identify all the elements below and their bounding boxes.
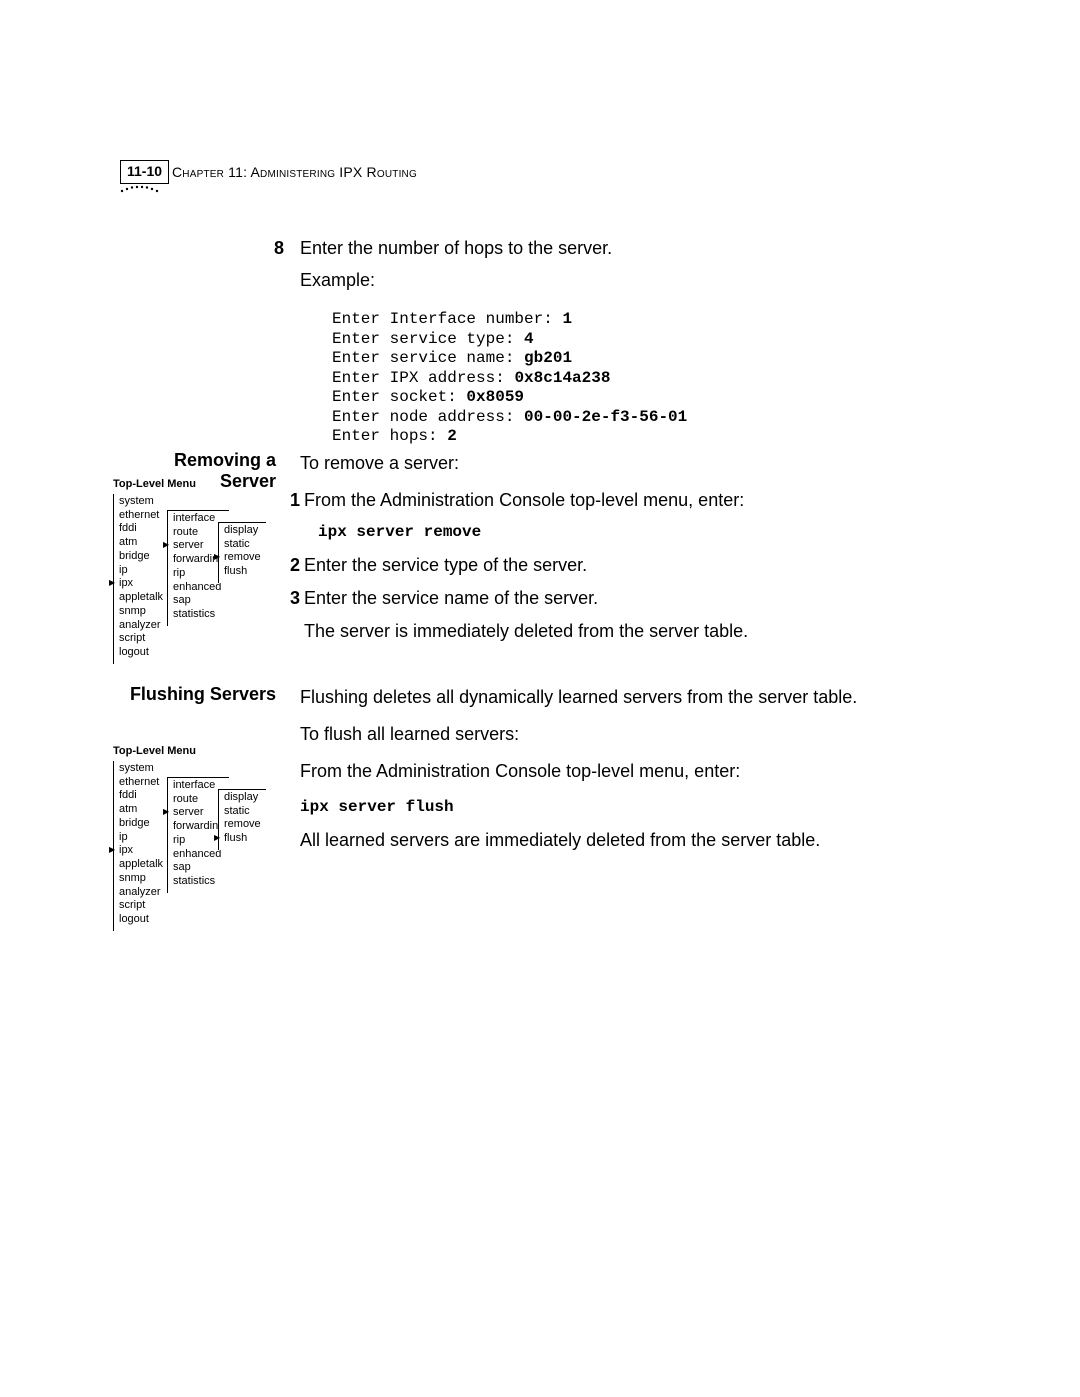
menu-item-sap: sap [173, 861, 224, 875]
menu-col-3b: displaystaticremoveflush [218, 789, 266, 850]
menu-item-flush: flush [224, 565, 261, 579]
example-label: Example: [300, 267, 612, 293]
removing-step-1: From the Administration Console top-leve… [304, 487, 744, 514]
menu-item-snmp: snmp [119, 872, 163, 886]
menu-item-bridge: bridge [119, 550, 163, 564]
menu-item-ethernet: ethernet [119, 509, 163, 523]
menu-item-script: script [119, 899, 163, 913]
menu-diagram-remove: Top-Level Menu systemethernetfddiatmbrid… [113, 478, 196, 664]
menu-item-appletalk: appletalk [119, 591, 163, 605]
menu-item-ethernet: ethernet [119, 776, 163, 790]
menu-item-interface: interface [173, 512, 224, 526]
removing-intro: To remove a server: [300, 450, 940, 477]
page-root: 11-10 Chapter 11: Administering IPX Rout… [0, 0, 1080, 1397]
menu-item-ip: ip [119, 831, 163, 845]
page-number-box: 11-10 [120, 160, 169, 184]
flushing-line2: To flush all learned servers: [300, 721, 960, 748]
menu-item-system: system [119, 762, 163, 776]
removing-step-3: Enter the service name of the server. [304, 585, 598, 612]
menu-item-display: display [224, 791, 261, 805]
flushing-result: All learned servers are immediately dele… [300, 827, 960, 854]
menu-item-fddi: fddi [119, 789, 163, 803]
flushing-cmd: ipx server flush [300, 795, 960, 819]
menu-item-interface: interface [173, 779, 224, 793]
flushing-servers-body: Flushing deletes all dynamically learned… [300, 684, 960, 864]
removing-cmd: ipx server remove [318, 520, 940, 544]
menu-item-statistics: statistics [173, 875, 224, 889]
menu-item-system: system [119, 495, 163, 509]
menu-diagram-flush: Top-Level Menu systemethernetfddiatmbrid… [113, 745, 196, 931]
step-8-number: 8 [274, 235, 284, 261]
menu-item-remove: remove [224, 551, 261, 565]
dots-decoration-icon [120, 183, 164, 193]
menu-col-1: systemethernetfddiatmbridgeipipxappletal… [113, 494, 168, 664]
menu-item-fddi: fddi [119, 522, 163, 536]
menu-item-static: static [224, 805, 261, 819]
page-number: 11-10 [127, 163, 162, 179]
menu-item-ip: ip [119, 564, 163, 578]
example-code: Enter Interface number: 1 Enter service … [332, 310, 687, 447]
menu-item-bridge: bridge [119, 817, 163, 831]
menu-item-appletalk: appletalk [119, 858, 163, 872]
flushing-intro: Flushing deletes all dynamically learned… [300, 684, 960, 711]
menu-item-enhanced: enhanced [173, 848, 224, 862]
menu-item-display: display [224, 524, 261, 538]
menu-item-analyzer: analyzer [119, 886, 163, 900]
menu-item-forwarding: forwarding [173, 820, 224, 834]
menu-col-3: displaystaticremoveflush [218, 522, 266, 583]
menu-item-snmp: snmp [119, 605, 163, 619]
menu-item-remove: remove [224, 818, 261, 832]
flushing-servers-heading: Flushing Servers [116, 684, 276, 705]
menu-item-rip: rip [173, 567, 224, 581]
removing-step-2: Enter the service type of the server. [304, 552, 587, 579]
menu-title-2: Top-Level Menu [113, 745, 196, 759]
menu-item-logout: logout [119, 646, 163, 660]
chapter-title: Chapter 11: Administering IPX Routing [172, 164, 417, 180]
menu-item-server: server [173, 539, 224, 553]
flushing-line3: From the Administration Console top-leve… [300, 758, 960, 785]
menu-item-route: route [173, 793, 224, 807]
menu-item-sap: sap [173, 594, 224, 608]
menu-item-atm: atm [119, 803, 163, 817]
menu-item-ipx: ipx [119, 577, 163, 591]
menu-item-flush: flush [224, 832, 261, 846]
removing-result: The server is immediately deleted from t… [304, 618, 940, 645]
menu-item-ipx: ipx [119, 844, 163, 858]
menu-item-atm: atm [119, 536, 163, 550]
menu-item-enhanced: enhanced [173, 581, 224, 595]
menu-item-route: route [173, 526, 224, 540]
menu-item-static: static [224, 538, 261, 552]
menu-col-1b: systemethernetfddiatmbridgeipipxappletal… [113, 761, 168, 931]
menu-title: Top-Level Menu [113, 478, 196, 492]
step-8-text: Enter the number of hops to the server. [300, 238, 612, 258]
menu-item-analyzer: analyzer [119, 619, 163, 633]
menu-item-statistics: statistics [173, 608, 224, 622]
step-8-block: 8 Enter the number of hops to the server… [286, 235, 612, 299]
removing-server-body: To remove a server: 1From the Administra… [300, 450, 940, 655]
menu-item-logout: logout [119, 913, 163, 927]
menu-item-script: script [119, 632, 163, 646]
menu-item-server: server [173, 806, 224, 820]
